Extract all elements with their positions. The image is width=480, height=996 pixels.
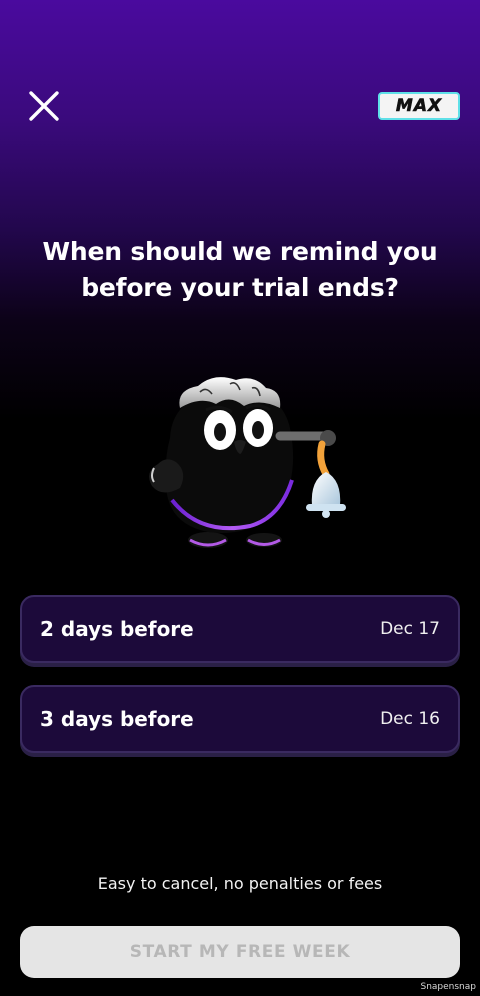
option-date: Dec 16 bbox=[380, 709, 440, 729]
reminder-screen: MAX When should we remind you before you… bbox=[0, 0, 480, 996]
page-title: When should we remind you before your tr… bbox=[20, 234, 460, 306]
page-title-line-2: before your trial ends? bbox=[81, 273, 399, 302]
mascot-holding-bell-icon bbox=[149, 377, 346, 548]
close-button[interactable] bbox=[26, 88, 62, 124]
page-title-line-1: When should we remind you bbox=[42, 237, 438, 266]
watermark: Snapensnap bbox=[420, 982, 476, 992]
option-label: 2 days before bbox=[40, 617, 194, 641]
option-label: 3 days before bbox=[40, 707, 194, 731]
start-free-week-button[interactable]: START MY FREE WEEK bbox=[20, 926, 460, 978]
start-free-week-label: START MY FREE WEEK bbox=[129, 942, 351, 962]
cancel-policy-text: Easy to cancel, no penalties or fees bbox=[97, 874, 383, 893]
max-badge-label: MAX bbox=[395, 96, 443, 117]
reminder-option-2-days[interactable]: 2 days before Dec 17 bbox=[20, 595, 460, 663]
close-icon bbox=[29, 91, 59, 121]
max-badge: MAX bbox=[378, 92, 460, 120]
option-date: Dec 17 bbox=[380, 619, 440, 639]
reminder-option-3-days[interactable]: 3 days before Dec 16 bbox=[20, 685, 460, 753]
